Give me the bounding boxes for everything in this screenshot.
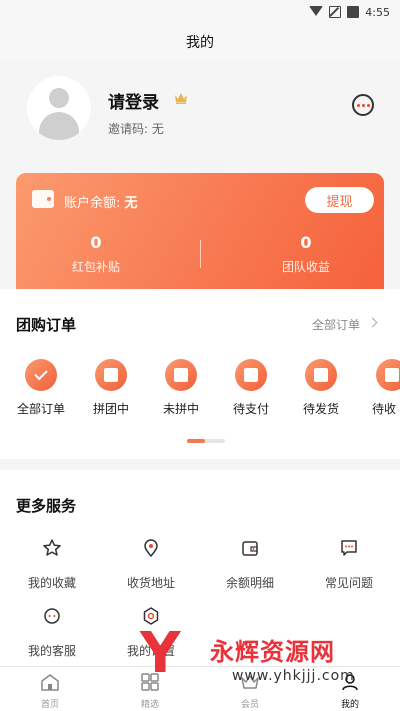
group-bag-icon xyxy=(95,359,127,391)
page-header: 我的 xyxy=(0,24,400,60)
service-label: 收货地址 xyxy=(126,576,175,590)
profile-icon xyxy=(342,674,358,691)
page-title: 我的 xyxy=(186,35,214,51)
order-label: 待支付 xyxy=(232,402,269,416)
service-label: 我的收藏 xyxy=(27,576,76,590)
tab-label: 我的 xyxy=(340,700,359,710)
order-item-failed[interactable]: 未拼中 xyxy=(146,359,216,417)
service-label: 余额明细 xyxy=(225,576,274,590)
avatar[interactable] xyxy=(27,76,91,140)
more-services-section: 更多服务 我的收藏 收货地址 余额明细 常见问题 我的客服 我的设置 xyxy=(0,470,400,666)
order-label: 未拼中 xyxy=(162,402,199,416)
service-favorites[interactable]: 我的收藏 xyxy=(2,538,102,591)
all-orders-link[interactable]: 全部订单 xyxy=(312,316,360,333)
stat-label: 红包补贴 xyxy=(71,260,120,274)
order-item-grouping[interactable]: 拼团中 xyxy=(76,359,146,417)
headset-icon xyxy=(44,608,60,624)
service-balance-detail[interactable]: 余额明细 xyxy=(200,538,300,591)
team-income-stat[interactable]: 0 团队收益 xyxy=(221,233,384,275)
stat-divider xyxy=(200,240,201,268)
service-label: 我的设置 xyxy=(126,644,175,658)
service-address[interactable]: 收货地址 xyxy=(101,538,201,591)
wallet-icon xyxy=(32,190,54,208)
tab-label: 会员 xyxy=(240,700,259,710)
order-label: 全部订单 xyxy=(16,402,65,416)
wallet-icon xyxy=(242,541,258,556)
group-orders-section: 团购订单 全部订单 全部订单 拼团中 未拼中 待支付 待发货 待收 xyxy=(0,289,400,459)
order-item-unpaid[interactable]: 待支付 xyxy=(216,359,286,417)
chevron-right-icon[interactable] xyxy=(367,317,378,328)
order-item-to-ship[interactable]: 待发货 xyxy=(286,359,356,417)
truck-icon xyxy=(305,359,337,391)
tab-member[interactable]: 会员 xyxy=(200,673,300,710)
location-icon xyxy=(144,539,158,558)
balance-label-text: 账户余额: xyxy=(64,196,121,211)
tab-label: 精选 xyxy=(140,700,159,710)
section-title: 更多服务 xyxy=(16,497,77,515)
message-button[interactable] xyxy=(352,94,374,116)
stat-label: 团队收益 xyxy=(281,260,330,274)
dot-icon xyxy=(356,103,360,107)
red-packet-stat[interactable]: 0 红包补贴 xyxy=(16,233,181,275)
balance-card: 账户余额: 无 提现 0 红包补贴 0 团队收益 xyxy=(16,173,384,289)
stat-value: 0 xyxy=(300,233,312,252)
grid-icon xyxy=(141,673,159,691)
service-support[interactable]: 我的客服 xyxy=(2,606,102,659)
order-label: 待收 xyxy=(372,402,397,416)
battery-icon xyxy=(347,6,360,18)
section-title: 团购订单 xyxy=(16,316,77,334)
order-item-to-receive[interactable]: 待收 xyxy=(352,359,400,417)
service-label: 我的客服 xyxy=(27,644,76,658)
yen-icon xyxy=(235,359,267,391)
service-settings[interactable]: 我的设置 xyxy=(101,606,201,659)
dot-icon xyxy=(366,103,370,107)
service-faq[interactable]: 常见问题 xyxy=(299,538,399,591)
status-time: 4:55 xyxy=(365,5,390,19)
avatar-body-icon xyxy=(39,112,79,140)
crown-icon xyxy=(175,93,187,104)
bottom-tab-bar: 首页 精选 会员 我的 xyxy=(0,666,400,711)
tab-home[interactable]: 首页 xyxy=(0,673,100,710)
dot-icon xyxy=(361,103,365,107)
check-icon xyxy=(25,359,57,391)
login-link[interactable]: 请登录 xyxy=(108,88,159,113)
service-label: 常见问题 xyxy=(324,576,373,590)
profile-section: 请登录 邀请码: 无 xyxy=(0,60,400,170)
tab-label: 首页 xyxy=(40,700,59,710)
receive-icon xyxy=(376,359,400,391)
no-sim-icon xyxy=(329,6,342,18)
balance-label: 账户余额: 无 xyxy=(64,192,138,211)
home-icon xyxy=(41,674,59,691)
tab-profile[interactable]: 我的 xyxy=(300,673,400,710)
status-bar: 4:55 xyxy=(0,0,400,24)
order-item-all[interactable]: 全部订单 xyxy=(6,359,76,417)
failed-bag-icon xyxy=(165,359,197,391)
scroll-indicator[interactable] xyxy=(187,439,225,443)
avatar-head-icon xyxy=(49,88,69,108)
order-label: 拼团中 xyxy=(92,402,129,416)
order-label: 待发货 xyxy=(302,402,339,416)
settings-icon xyxy=(143,607,159,625)
question-chat-icon xyxy=(341,540,357,556)
invite-code: 邀请码: 无 xyxy=(108,122,164,136)
withdraw-button[interactable]: 提现 xyxy=(305,187,374,213)
member-icon xyxy=(241,675,259,689)
wifi-icon xyxy=(309,6,324,18)
star-icon xyxy=(43,539,61,556)
stat-value: 0 xyxy=(90,233,102,252)
balance-value: 无 xyxy=(124,196,138,211)
scroll-thumb xyxy=(187,439,205,443)
tab-featured[interactable]: 精选 xyxy=(100,673,200,710)
